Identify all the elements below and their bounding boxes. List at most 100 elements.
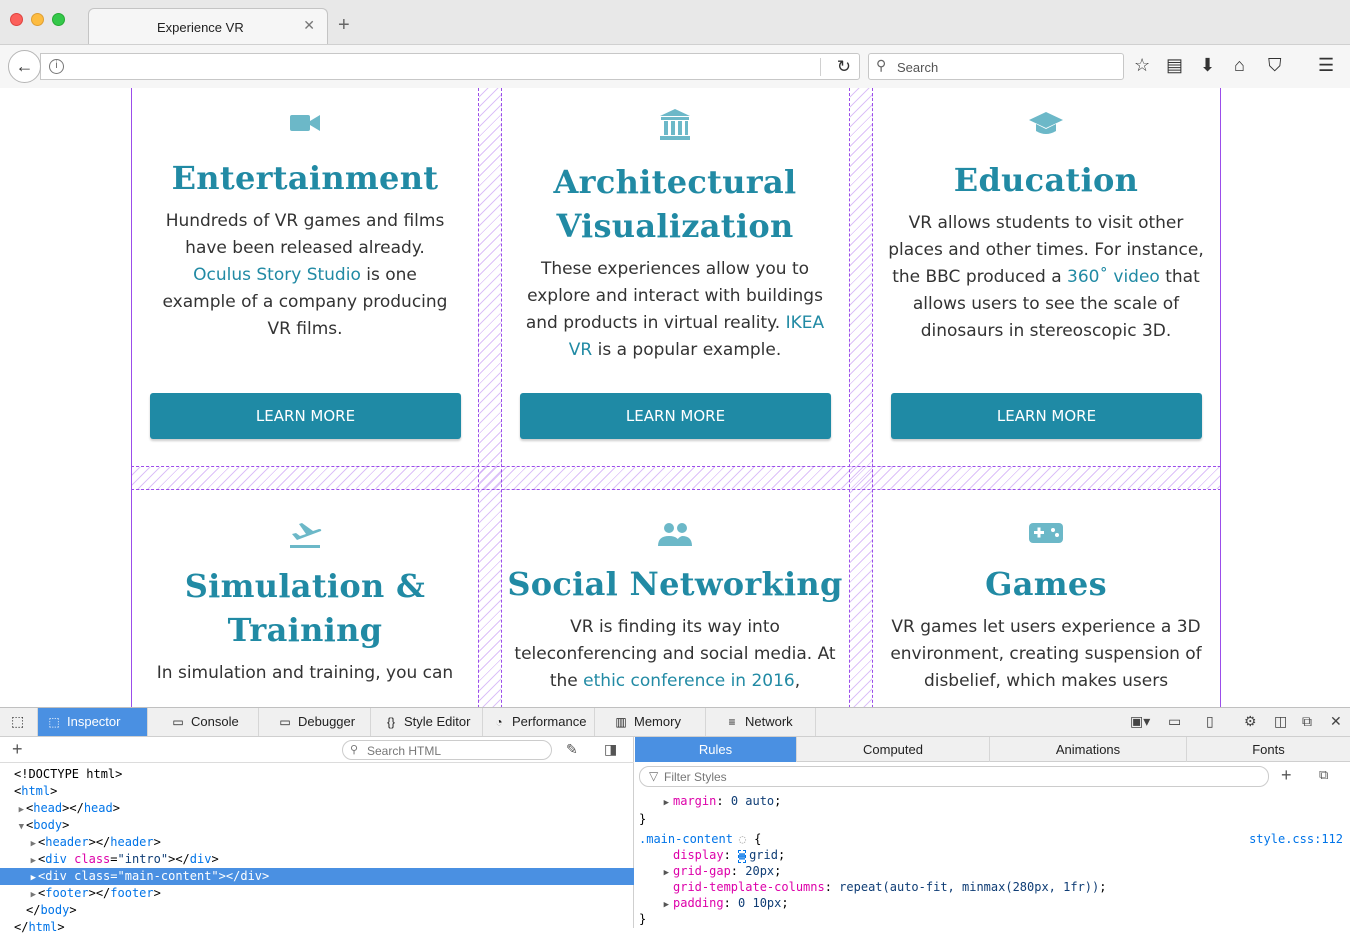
reading-list-icon[interactable]: ▤ (1166, 55, 1183, 76)
tab-fonts[interactable]: Fonts (1187, 737, 1350, 762)
card-entertainment: Entertainment Hundreds of VR games and f… (132, 110, 478, 343)
gamepad-icon (1029, 523, 1063, 543)
html-tree-node[interactable]: </body> (0, 902, 634, 919)
oculus-story-studio-link[interactable]: Oculus Story Studio (193, 265, 361, 285)
add-node-icon[interactable]: + (12, 739, 23, 760)
card-simulation-training: Simulation & Training In simulation and t… (132, 520, 478, 687)
minimize-window-button[interactable] (31, 13, 44, 26)
markup-token: head (33, 801, 63, 815)
tab-style-editor[interactable]: {} Style Editor (371, 708, 483, 736)
search-icon: ⚲ (350, 744, 359, 756)
card-games: Games VR games let users experience a 3D… (873, 520, 1219, 695)
people-icon (658, 523, 692, 546)
bookmark-star-icon[interactable]: ☆ (1134, 55, 1150, 76)
html-tree-node[interactable]: </html> (0, 919, 634, 936)
settings-gear-icon[interactable]: ⚙ (1244, 713, 1257, 730)
learn-more-button[interactable]: LEARN MORE (150, 393, 461, 439)
css-property-value[interactable]: 0 auto (731, 794, 774, 808)
markup-token: header (110, 835, 154, 849)
close-tab-icon[interactable]: ✕ (303, 17, 315, 34)
css-property-value[interactable]: 0 10px (738, 896, 781, 910)
search-input[interactable]: ⚲ Search (868, 53, 1124, 80)
tab-console[interactable]: ▭ Console (148, 708, 259, 736)
browser-tab[interactable]: Experience VR ✕ (88, 8, 328, 44)
new-tab-button[interactable]: + (338, 14, 350, 37)
filter-styles-placeholder: Filter Styles (664, 770, 727, 784)
css-selector[interactable]: .main-content (639, 832, 733, 846)
tab-performance[interactable]: ◔ Performance (483, 708, 595, 736)
close-window-button[interactable] (10, 13, 23, 26)
filter-styles-input[interactable]: ▽ Filter Styles (639, 766, 1269, 787)
learn-more-button[interactable]: LEARN MORE (891, 393, 1202, 439)
css-property-name[interactable]: display (673, 848, 724, 862)
html-tree-node[interactable]: <!DOCTYPE html> (0, 766, 634, 783)
learn-more-button[interactable]: LEARN MORE (520, 393, 831, 439)
back-button[interactable]: ← (8, 50, 41, 83)
tab-network[interactable]: ≡ Network (706, 708, 816, 736)
html-tree-node[interactable]: ▶ <div class="intro"></div> (0, 851, 634, 868)
css-property-name[interactable]: grid-template-columns (673, 880, 825, 894)
stylesheet-source-link[interactable]: style.css:112 (1249, 831, 1343, 848)
toggle-pseudo-class-icon[interactable]: ⧉ (1319, 767, 1328, 783)
eyedropper-icon[interactable]: ✎ (566, 741, 578, 758)
card-description: Hundreds of VR games and films have been… (162, 211, 448, 339)
html-tree-node[interactable]: ▶ <footer></footer> (0, 885, 634, 902)
phone-icon[interactable]: ▯ (1206, 713, 1214, 730)
close-devtools-icon[interactable]: ✕ (1330, 713, 1342, 730)
semicolon: ; (781, 896, 789, 910)
tab-debugger[interactable]: ▭ Debugger (259, 708, 371, 736)
html-tree-node[interactable]: ▶ <header></header> (0, 834, 634, 851)
tab-memory[interactable]: ▥ Memory (595, 708, 706, 736)
html-tree-node[interactable]: ▶ <div class="main-content"></div> (0, 868, 634, 885)
grid-highlighter-icon[interactable]: ▦ (738, 850, 747, 863)
markup-token: html (21, 784, 51, 798)
css-property-value[interactable]: grid (749, 848, 778, 862)
tab-rules[interactable]: Rules (635, 737, 797, 762)
home-icon[interactable]: ⌂ (1234, 55, 1245, 76)
pick-element-button[interactable]: ⬚ (0, 708, 38, 736)
card-social-networking: Social Networking VR is finding its way … (502, 520, 848, 695)
grid-gap-column-1 (478, 88, 502, 707)
css-property-value[interactable]: repeat(auto-fit, minmax(280px, 1fr)) (839, 880, 1099, 894)
360-video-link[interactable]: 360˚ video (1067, 267, 1160, 287)
card-description: VR is finding its way into teleconferenc… (514, 617, 836, 691)
semicolon: ; (1099, 880, 1107, 894)
css-property-name[interactable]: margin (673, 794, 716, 808)
reload-icon[interactable]: ↻ (837, 57, 851, 77)
css-selector-row: .main-content ◌ {style.css:112 (639, 831, 1349, 847)
responsive-mode-icon[interactable]: ▭ (1168, 713, 1181, 730)
expand-arrow-icon[interactable]: ▶ (639, 795, 673, 812)
html-tree-node[interactable]: ▼ <body> (0, 817, 634, 834)
css-tabs: Rules Computed Animations Fonts (635, 737, 1350, 762)
highlight-selector-icon[interactable]: ◌ (739, 832, 746, 846)
markup-token: head (83, 801, 113, 815)
pocket-icon[interactable]: ⛉ (1268, 55, 1282, 76)
dock-side-icon[interactable]: ◫ (1274, 713, 1287, 730)
html-tree-node[interactable]: ▶ <head></head> (0, 800, 634, 817)
css-property-value[interactable]: 20px (745, 864, 774, 878)
download-icon[interactable]: ⬇ (1200, 55, 1215, 76)
css-declaration: ▶ grid-gap: 20px; (639, 863, 1349, 879)
grid-gap-row-1 (131, 466, 1221, 490)
tab-computed[interactable]: Computed (797, 737, 990, 762)
css-property-name[interactable]: grid-gap (673, 864, 731, 878)
html-tree-node[interactable]: <html> (0, 783, 634, 800)
ethic-conference-link[interactable]: ethic conference in 2016 (583, 671, 795, 691)
css-property-name[interactable]: padding (673, 896, 724, 910)
frame-select-icon[interactable]: ▣▾ (1130, 713, 1150, 730)
close-brace: } (639, 812, 647, 826)
tab-inspector[interactable]: ⬚ Inspector (38, 708, 148, 736)
undock-window-icon[interactable]: ⧉ (1302, 713, 1312, 730)
add-rule-icon[interactable]: + (1281, 765, 1292, 786)
menu-icon[interactable]: ☰ (1318, 55, 1334, 76)
pick-element-icon: ⬚ (11, 713, 25, 729)
colon: : (723, 848, 739, 862)
toggle-sidebar-icon[interactable]: ◨ (604, 741, 617, 758)
tab-animations[interactable]: Animations (990, 737, 1187, 762)
info-icon[interactable]: i (49, 59, 64, 74)
url-bar[interactable]: i ↻ (40, 53, 860, 80)
colon: : (730, 864, 746, 878)
html-toolbar: + ⚲ Search HTML ✎ ◨ (0, 737, 634, 763)
maximize-window-button[interactable] (52, 13, 65, 26)
search-html-input[interactable]: ⚲ Search HTML (342, 740, 552, 760)
